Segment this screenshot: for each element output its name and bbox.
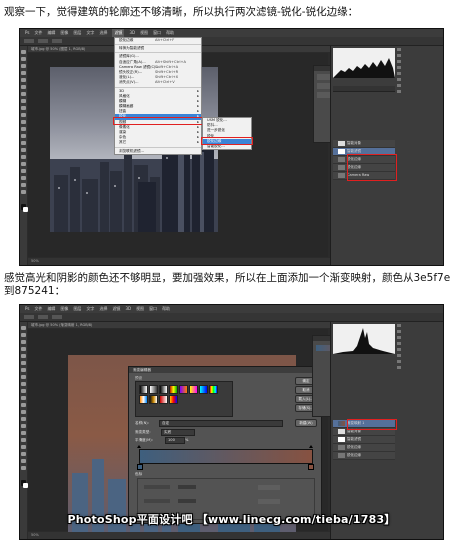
highlight-gradient-map-layer bbox=[347, 419, 397, 430]
preset-swatch[interactable] bbox=[209, 385, 218, 394]
gradient-editor-dialog: 渐变编辑器 预设 确定 取消 载入(L)... 存储(S)... 名称(N): bbox=[128, 366, 322, 524]
highlight-layers bbox=[347, 154, 397, 181]
histogram-panel bbox=[333, 324, 395, 354]
watermark-text: PhotoShop平面设计吧 【www.linecg.com/tieba/178… bbox=[67, 513, 396, 526]
panel-icons[interactable] bbox=[397, 48, 401, 108]
right-panels: 渐变映射 1 智能对象 智能滤镜 锐化边缘 锐化边缘 bbox=[330, 322, 443, 539]
name-label: 名称(N): bbox=[135, 421, 149, 425]
preset-swatch[interactable] bbox=[149, 385, 158, 394]
preset-swatch[interactable] bbox=[159, 395, 168, 404]
menu-item-last-filter[interactable]: 锐化边缘 Alt+Ctrl+F bbox=[115, 38, 201, 43]
name-field[interactable]: 自定 bbox=[159, 420, 283, 427]
panel-icons[interactable] bbox=[397, 324, 401, 384]
menu-item-browse-online[interactable]: 浏览联机滤镜... bbox=[115, 149, 201, 154]
color-stop-left[interactable] bbox=[137, 464, 143, 470]
preset-swatch[interactable] bbox=[179, 385, 188, 394]
highlight-sharpen-edges bbox=[201, 137, 253, 145]
preset-swatch[interactable] bbox=[169, 385, 178, 394]
layer-row-filter-1[interactable]: 锐化边缘 bbox=[333, 444, 395, 452]
menu-item-vanishing-point[interactable]: 消失点(V)... Alt+Ctrl+V bbox=[115, 80, 201, 85]
new-button[interactable]: 新建(W) bbox=[295, 419, 317, 427]
document-tab[interactable]: 城市.jpg @ 50% (渐变映射 1, RGB/8) bbox=[28, 322, 331, 328]
opacity-stop-right[interactable] bbox=[309, 445, 313, 448]
menu-item-other[interactable]: 其它 ▸ bbox=[115, 140, 201, 145]
color-stop-right[interactable] bbox=[308, 464, 314, 470]
dialog-title: 渐变编辑器 bbox=[129, 367, 321, 373]
screenshot-gradient-map: Ps 文件 编辑 图像 图层 文字 选择 滤镜 3D 视图 窗口 帮助 城市.jpg @ 50% (渐… bbox=[19, 304, 444, 540]
menu-bar[interactable]: Ps 文件 编辑 图像 图层 文字 选择 滤镜 3D 视图 窗口 帮助 bbox=[20, 305, 443, 313]
opacity-stop-left[interactable] bbox=[137, 445, 141, 448]
menu-item-convert-smart[interactable]: 转换为智能滤镜 bbox=[115, 46, 201, 51]
smoothness-label: 平滑度(M): bbox=[135, 438, 153, 442]
caption-gradient-map: 感觉高光和阴影的颜色还不够明显，要加强效果，所以在上面添加一个渐变映射，颜色从3… bbox=[4, 272, 451, 297]
options-bar bbox=[20, 313, 443, 322]
preset-swatch[interactable] bbox=[139, 385, 148, 394]
layer-row[interactable]: 智能对象 bbox=[333, 140, 395, 148]
gradient-type-select[interactable]: 实底 bbox=[161, 429, 195, 436]
preset-swatch[interactable] bbox=[199, 385, 208, 394]
gradient-type-label: 渐变类型: bbox=[135, 430, 151, 434]
histogram-panel bbox=[333, 48, 395, 78]
preset-swatch[interactable] bbox=[159, 385, 168, 394]
preset-swatch[interactable] bbox=[149, 395, 158, 404]
smoothness-unit: % bbox=[185, 438, 189, 442]
status-bar: 50% bbox=[28, 532, 331, 539]
toolbox[interactable] bbox=[20, 322, 28, 539]
menu-bar[interactable]: Ps 文件 编辑 图像 图层 文字 选择 滤镜 3D 视图 窗口 帮助 bbox=[20, 29, 443, 37]
canvas-area: 锐化边缘 Alt+Ctrl+F 转换为智能滤镜 滤镜库(G)... 自适应广角(A… bbox=[28, 37, 328, 257]
canvas-area: 渐变编辑器 预设 确定 取消 载入(L)... 存储(S)... 名称(N): bbox=[28, 329, 328, 535]
highlight-sharpen bbox=[113, 117, 203, 125]
screenshot-sharpen: Ps 文件 编辑 图像 图层 文字 选择 滤镜 3D 视图 窗口 帮助 城市.jpg @ 50% (图… bbox=[19, 28, 444, 266]
presets-grid[interactable] bbox=[135, 381, 233, 417]
status-bar: 50% bbox=[28, 258, 331, 265]
toolbox[interactable] bbox=[20, 46, 28, 265]
caption-sharpen-edges: 观察一下，觉得建筑的轮廓还不够清晰，所以执行两次滤镜-锐化-锐化边缘： bbox=[4, 6, 359, 18]
stops-label: 色标 bbox=[135, 472, 143, 476]
layer-row-smart-filters[interactable]: 智能滤镜 bbox=[333, 436, 395, 444]
preset-swatch[interactable] bbox=[189, 385, 198, 394]
preset-swatch[interactable] bbox=[139, 395, 148, 404]
smoothness-field[interactable]: 100 bbox=[165, 437, 185, 444]
options-bar bbox=[20, 37, 443, 46]
sharpen-submenu[interactable]: USM 锐化... 防抖... 进一步锐化 锐化 锐化边缘 智能锐化... bbox=[202, 117, 252, 151]
gradient-bar[interactable] bbox=[139, 449, 313, 464]
right-panels: 智能对象 智能滤镜 锐化边缘 锐化边缘 Camera Raw bbox=[330, 46, 443, 265]
filter-menu[interactable]: 锐化边缘 Alt+Ctrl+F 转换为智能滤镜 滤镜库(G)... 自适应广角(A… bbox=[114, 37, 202, 155]
preset-swatch[interactable] bbox=[169, 395, 178, 404]
layer-row-filter-2[interactable]: 锐化边缘 bbox=[333, 452, 395, 460]
